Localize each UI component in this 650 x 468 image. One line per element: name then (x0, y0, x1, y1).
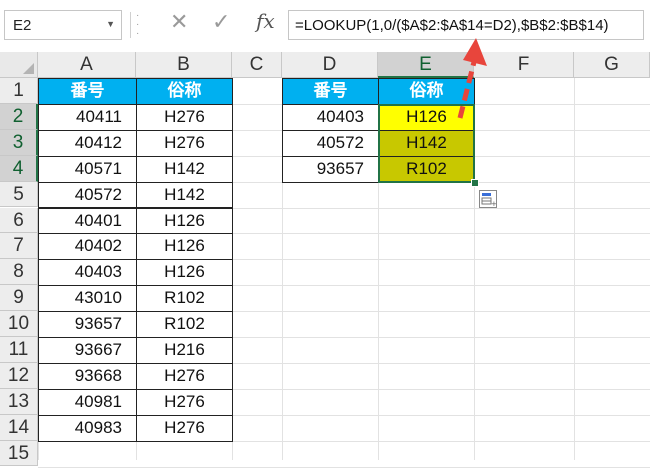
gridline-horizontal (38, 466, 650, 468)
lookup-header-cell[interactable]: 俗称 (378, 78, 475, 105)
table-cell[interactable]: 40571 (38, 155, 137, 183)
lookup-cell[interactable]: 40572 (282, 129, 379, 157)
chevron-down-icon[interactable]: ▼ (106, 19, 115, 29)
fill-handle[interactable] (471, 178, 479, 187)
table-cell[interactable]: 40572 (38, 181, 137, 209)
column-header-d[interactable]: D (282, 52, 378, 78)
row-header-2[interactable]: 2 (0, 103, 38, 130)
row-header-15[interactable]: 15 (0, 440, 38, 467)
row-header-6[interactable]: 6 (0, 207, 38, 234)
table-cell[interactable]: 40403 (38, 259, 137, 287)
table-cell[interactable]: H126 (136, 207, 233, 235)
table-cell[interactable]: H216 (136, 337, 233, 364)
gridline-vertical (574, 78, 575, 460)
table-header-cell[interactable]: 俗称 (136, 78, 233, 105)
row-header-1[interactable]: 1 (0, 78, 38, 104)
table-header-cell[interactable]: 番号 (38, 78, 137, 105)
select-all-button[interactable] (0, 52, 38, 78)
row-header-8[interactable]: 8 (0, 259, 38, 286)
name-box-value: E2 (13, 17, 32, 34)
formula-bar-row: E2 ▼ · · · ✕ ✓ fx =LOOKUP(1,0/($A$2:$A$14=… (0, 0, 650, 53)
column-header-c[interactable]: C (232, 52, 282, 78)
column-header-g[interactable]: G (574, 52, 650, 78)
table-cell[interactable]: R102 (136, 285, 233, 313)
row-header-14[interactable]: 14 (0, 414, 38, 441)
selection-border (378, 103, 475, 183)
row-header-3[interactable]: 3 (0, 129, 38, 156)
row-header-11[interactable]: 11 (0, 337, 38, 363)
insert-function-icon[interactable]: fx (256, 9, 275, 33)
table-cell[interactable]: H276 (136, 362, 233, 390)
table-cell[interactable]: 40983 (38, 414, 137, 442)
table-cell[interactable]: R102 (136, 311, 233, 338)
formula-text: =LOOKUP(1,0/($A$2:$A$14=D2),$B$2:$B$14) (295, 17, 609, 34)
table-cell[interactable]: H142 (136, 181, 233, 209)
table-cell[interactable]: 40412 (38, 129, 137, 157)
table-cell[interactable]: H126 (136, 259, 233, 287)
row-header-10[interactable]: 10 (0, 311, 38, 337)
row-header-4[interactable]: 4 (0, 155, 38, 182)
svg-text:+: + (491, 200, 496, 207)
formula-input[interactable]: =LOOKUP(1,0/($A$2:$A$14=D2),$B$2:$B$14) (288, 10, 644, 40)
spreadsheet-grid[interactable]: A B C D E F G 1 2 3 4 5 6 7 8 9 10 11 12 13 14 15 番号 俗称 40411 H27… (0, 52, 650, 468)
cancel-icon[interactable]: ✕ (170, 10, 188, 35)
column-header-f[interactable]: F (474, 52, 574, 78)
table-cell[interactable]: H142 (136, 155, 233, 183)
table-cell[interactable]: 40402 (38, 233, 137, 261)
table-cell[interactable]: H126 (136, 233, 233, 261)
table-cell[interactable]: 40401 (38, 207, 137, 235)
name-box[interactable]: E2 ▼ (4, 10, 122, 40)
column-header-a[interactable]: A (38, 52, 136, 78)
table-cell[interactable]: H276 (136, 129, 233, 157)
divider (130, 12, 131, 38)
column-header-b[interactable]: B (136, 52, 232, 78)
table-cell[interactable]: H276 (136, 103, 233, 131)
table-cell[interactable]: 43010 (38, 285, 137, 313)
table-cell[interactable]: 93657 (38, 311, 137, 338)
select-all-icon (23, 63, 34, 74)
lookup-cell[interactable]: 40403 (282, 103, 379, 131)
lookup-header-cell[interactable]: 番号 (282, 78, 379, 105)
table-cell[interactable]: 40981 (38, 388, 137, 416)
row-header-13[interactable]: 13 (0, 388, 38, 415)
row-header-12[interactable]: 12 (0, 362, 38, 389)
table-cell[interactable]: 40411 (38, 103, 137, 131)
drag-handle-icon[interactable]: · · · (136, 11, 139, 39)
table-cell[interactable]: 93667 (38, 337, 137, 364)
row-header-5[interactable]: 5 (0, 181, 38, 208)
column-header-e[interactable]: E (378, 52, 474, 78)
lookup-cell[interactable]: 93657 (282, 155, 379, 183)
table-cell[interactable]: H276 (136, 414, 233, 442)
table-cell[interactable]: H276 (136, 388, 233, 416)
table-cell[interactable]: 93668 (38, 362, 137, 390)
row-header-9[interactable]: 9 (0, 285, 38, 312)
row-header-7[interactable]: 7 (0, 233, 38, 260)
enter-icon[interactable]: ✓ (212, 10, 230, 35)
quick-analysis-icon[interactable]: + (479, 189, 497, 208)
